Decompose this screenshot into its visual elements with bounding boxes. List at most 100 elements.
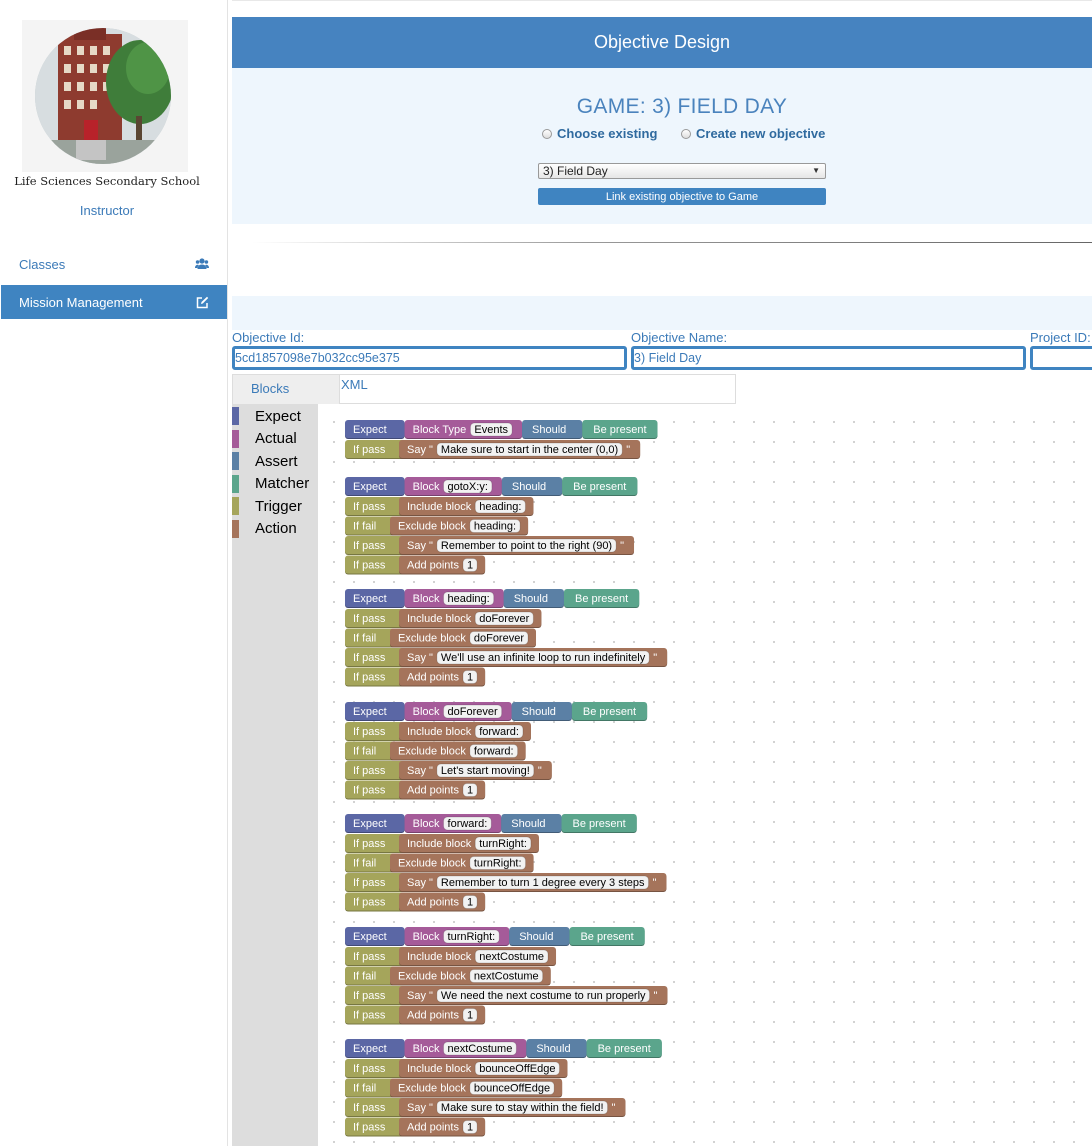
sidebar-item-mission-management[interactable]: Mission Management [1, 285, 227, 319]
actual-label: Block [413, 706, 440, 718]
category-label: Trigger [255, 497, 302, 515]
action-label: Say " [407, 877, 433, 889]
action-label: Say " [407, 990, 433, 1002]
expect-label: Expect [353, 481, 387, 493]
quote-mark: " [612, 1102, 616, 1114]
action-label: Exclude block [398, 746, 466, 758]
assert-label: Should [511, 818, 545, 830]
expect-block-group[interactable]: Expect Block nextCostume Should Be present If… [345, 1039, 662, 1137]
objective-id-input[interactable]: 5cd1857098e7b032cc95e375 [232, 346, 627, 370]
matcher-label: Be present [583, 706, 636, 718]
link-objective-button[interactable]: Link existing objective to Game [538, 188, 826, 205]
blockly-toolbox: Expect Actual Assert Matcher Trigger Action [232, 404, 318, 1146]
action-label: Include block [407, 951, 472, 963]
category-swatch [232, 474, 239, 493]
expect-block-group[interactable]: Expect Block Type Events Should Be present If… [345, 420, 658, 459]
toolbox-category-trigger[interactable]: Trigger [232, 497, 302, 515]
toolbox-category-assert[interactable]: Assert [232, 452, 298, 470]
trigger-label: If pass [353, 613, 386, 625]
expect-label: Expect [353, 706, 387, 718]
field-text: Make sure to start in the center (0,0) [441, 444, 618, 456]
quote-mark: " [538, 765, 542, 777]
blockly-workspace[interactable]: Expect Block Type Events Should Be present If… [318, 404, 1092, 1146]
trigger-label: If fail [353, 633, 376, 645]
trigger-label: If fail [353, 1083, 376, 1095]
matcher-label: Be present [593, 424, 646, 436]
category-label: Actual [255, 430, 297, 447]
expect-block-group[interactable]: Expect Block heading: Should Be present If pa… [345, 589, 668, 687]
trigger-label: If fail [353, 746, 376, 758]
action-label: Exclude block [398, 1083, 466, 1095]
field-text: heading: [448, 593, 490, 605]
field-text: Let's start moving! [441, 765, 530, 777]
school-name: Life Sciences Secondary School [14, 174, 200, 188]
expect-block-group[interactable]: Expect Block doForever Should Be present If p… [345, 702, 648, 800]
field-text: turnRight: [448, 931, 496, 943]
field-text: heading: [474, 521, 516, 533]
action-label: Say " [407, 540, 433, 552]
radio-circle[interactable] [681, 128, 691, 139]
toolbox-category-matcher[interactable]: Matcher [232, 474, 309, 493]
field-text: 1 [467, 1122, 473, 1134]
quote-mark: " [626, 444, 630, 456]
tab-blocks[interactable]: Blocks [232, 374, 340, 404]
action-label: Exclude block [398, 858, 466, 870]
sidebar-item-label: Classes [19, 256, 66, 272]
expect-block-group[interactable]: Expect Block gotoX:y: Should Be present If pa… [345, 477, 638, 575]
trigger-label: If fail [353, 971, 376, 983]
game-title: GAME: 3) FIELD DAY [576, 95, 788, 118]
trigger-label: If pass [353, 1010, 386, 1022]
trigger-label: If pass [353, 652, 386, 664]
trigger-label: If pass [353, 672, 386, 684]
assert-label: Should [512, 481, 546, 493]
category-swatch [232, 429, 239, 448]
field-text: nextCostume [448, 1043, 513, 1055]
action-label: Include block [407, 1063, 472, 1075]
edit-icon [196, 296, 209, 309]
quote-mark: " [654, 990, 658, 1002]
category-label: Expect [255, 407, 301, 425]
form-band [232, 296, 1092, 330]
actual-label: Block [413, 593, 440, 605]
field-text: gotoX:y: [448, 481, 488, 493]
radio-choose-existing[interactable]: Choose existing [542, 126, 657, 141]
actual-label: Block [413, 481, 440, 493]
trigger-label: If pass [353, 877, 386, 889]
field-text: Events [474, 424, 508, 436]
toolbox-category-actual[interactable]: Actual [232, 429, 297, 448]
trigger-label: If pass [353, 951, 386, 963]
field-text: doForever [474, 633, 524, 645]
trigger-label: If pass [353, 897, 386, 909]
sidebar-item-classes[interactable]: Classes [1, 247, 227, 281]
toolbox-category-action[interactable]: Action [232, 519, 297, 538]
sidebar-item-label: Mission Management [19, 294, 143, 310]
objective-panel: GAME: 3) FIELD DAY Choose existing Creat… [232, 68, 1092, 224]
field-text: Remember to point to the right (90) [441, 540, 612, 552]
tab-xml[interactable]: XML [340, 374, 736, 404]
project-id-input[interactable] [1030, 346, 1092, 370]
trigger-label: If pass [353, 540, 386, 552]
field-text: 1 [467, 1010, 473, 1022]
user-role: Instructor [79, 203, 135, 218]
expect-block-group[interactable]: Expect Block turnRight: Should Be present If … [345, 927, 668, 1025]
field-text: 1 [467, 897, 473, 909]
action-label: Include block [407, 726, 472, 738]
expect-label: Expect [353, 424, 387, 436]
objective-select[interactable]: 3) Field Day ▼ [538, 163, 826, 179]
radio-create-new[interactable]: Create new objective [681, 126, 825, 141]
category-label: Action [255, 520, 297, 537]
field-text: nextCostume [479, 951, 544, 963]
action-label: Exclude block [398, 633, 466, 645]
field-text: forward: [479, 726, 519, 738]
toolbox-category-expect[interactable]: Expect [232, 407, 301, 425]
matcher-label: Be present [598, 1043, 651, 1055]
matcher-label: Be present [575, 593, 628, 605]
blocks-canvas[interactable]: Expect Block Type Events Should Be present If… [318, 404, 1092, 1146]
radio-circle[interactable] [542, 128, 552, 139]
objective-name-input[interactable]: 3) Field Day [631, 346, 1026, 370]
action-label: Say " [407, 1102, 433, 1114]
main-content: Objective Design GAME: 3) FIELD DAY Choo… [232, 0, 1092, 1146]
category-swatch [232, 497, 239, 515]
expect-block-group[interactable]: Expect Block forward: Should Be present If pa… [345, 814, 667, 912]
actual-label: Block [413, 818, 440, 830]
